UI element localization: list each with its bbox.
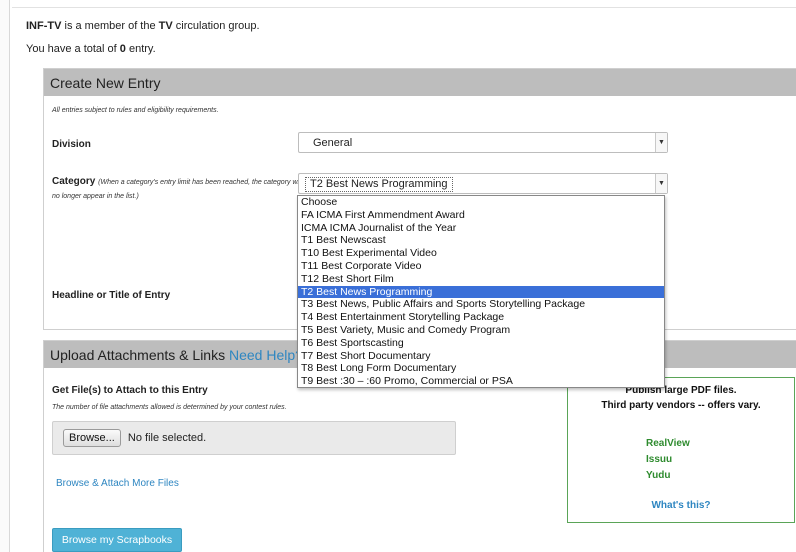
entry-count-text: You have a total of 0 entry.: [26, 43, 156, 55]
vendor-box: Publish large PDF files. Third party ven…: [567, 377, 795, 523]
category-label-text: Category: [52, 176, 96, 187]
browse-button[interactable]: Browse...: [63, 429, 121, 447]
get-files-label: Get File(s) to Attach to this Entry: [52, 385, 208, 396]
category-dropdown-list[interactable]: Choose FA ICMA First Ammendment Award ICMA…: [297, 195, 665, 388]
category-option[interactable]: T6 Best Sportscasting: [298, 337, 664, 350]
category-option[interactable]: T1 Best Newscast: [298, 234, 664, 247]
left-rule: [0, 0, 10, 552]
browse-more-link[interactable]: Browse & Attach More Files: [56, 478, 179, 489]
file-limit-note: The number of file attachments allowed i…: [52, 404, 287, 411]
top-rule: [12, 0, 796, 8]
headline-label: Headline or Title of Entry: [52, 290, 171, 301]
division-dropdown-icon: ▼: [655, 133, 667, 152]
vendor-line-2: Third party vendors -- offers vary.: [601, 400, 761, 411]
category-option[interactable]: T3 Best News, Public Affairs and Sports …: [298, 298, 664, 311]
category-option[interactable]: T9 Best :30 – :60 Promo, Commercial or P…: [298, 375, 664, 388]
category-option[interactable]: T8 Best Long Form Documentary: [298, 362, 664, 375]
category-dropdown-icon: ▼: [655, 174, 667, 193]
category-option[interactable]: T5 Best Variety, Music and Comedy Progra…: [298, 324, 664, 337]
create-entry-header: Create New Entry: [44, 69, 796, 96]
vendor-link-realview[interactable]: RealView: [646, 436, 690, 452]
membership-text: INF-TV is a member of the TV circulation…: [26, 20, 260, 32]
eligibility-note: All entries subject to rules and eligibi…: [52, 107, 219, 114]
category-option[interactable]: T2 Best News Programming: [298, 285, 664, 299]
upload-title: Upload Attachments & Links: [50, 347, 226, 363]
no-file-text: No file selected.: [127, 432, 207, 444]
category-option[interactable]: T11 Best Corporate Video: [298, 260, 664, 273]
browse-scrapbooks-button[interactable]: Browse my Scrapbooks: [52, 528, 182, 552]
division-label: Division: [52, 139, 91, 150]
category-option[interactable]: ICMA ICMA Journalist of the Year: [298, 222, 664, 235]
whats-this-link[interactable]: What's this?: [568, 500, 794, 511]
division-select[interactable]: General ▼: [298, 132, 668, 153]
file-picker[interactable]: Browse... No file selected.: [52, 421, 456, 455]
category-option[interactable]: T10 Best Experimental Video: [298, 247, 664, 260]
vendor-list: RealView Issuu Yudu: [646, 436, 690, 484]
entry-count-prefix: You have a total of: [26, 43, 120, 55]
division-value: General: [313, 137, 353, 149]
group-name: TV: [158, 20, 173, 32]
org-name: INF-TV: [26, 20, 62, 32]
category-label: Category (When a category's entry limit …: [52, 175, 304, 203]
category-option[interactable]: T4 Best Entertainment Storytelling Packa…: [298, 311, 664, 324]
category-option[interactable]: T7 Best Short Documentary: [298, 350, 664, 363]
membership-tail: circulation group.: [172, 20, 260, 32]
category-option[interactable]: FA ICMA First Ammendment Award: [298, 209, 664, 222]
vendor-link-yudu[interactable]: Yudu: [646, 468, 690, 484]
membership-middle: is a member of the: [61, 20, 159, 32]
need-help-link[interactable]: Need Help?: [229, 347, 303, 363]
category-select[interactable]: T2 Best News Programming ▼: [298, 173, 668, 194]
entry-count-suffix: entry.: [125, 43, 156, 55]
vendor-link-issuu[interactable]: Issuu: [646, 452, 690, 468]
category-value: T2 Best News Programming: [305, 177, 453, 192]
category-option[interactable]: T12 Best Short Film: [298, 273, 664, 286]
category-option[interactable]: Choose: [298, 196, 664, 209]
